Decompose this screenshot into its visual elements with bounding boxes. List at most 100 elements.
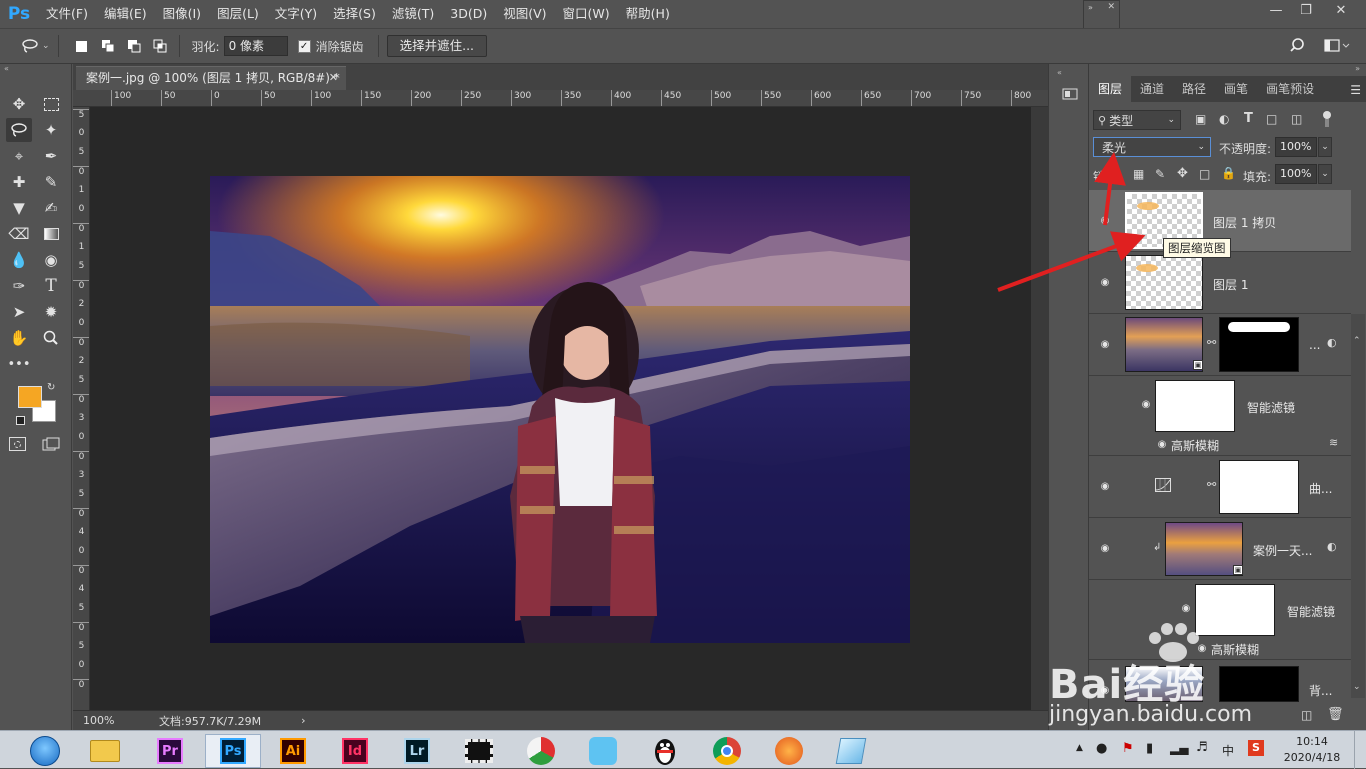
panel-menu-icon[interactable]: ☰ bbox=[1350, 83, 1361, 97]
quick-mask-icon[interactable] bbox=[9, 437, 26, 451]
layer-row[interactable]: ◉ ↲ ▣ 案例一天... ◐ bbox=[1089, 518, 1351, 580]
menu-edit[interactable]: 编辑(E) bbox=[96, 0, 155, 28]
tab-brush-presets[interactable]: 画笔预设 bbox=[1257, 76, 1323, 102]
new-selection-icon[interactable] bbox=[71, 35, 93, 57]
layer-name[interactable]: 曲... bbox=[1309, 480, 1332, 497]
history-brush-tool-icon[interactable]: ✍ bbox=[38, 196, 64, 220]
delete-layer-icon[interactable]: 🗑 bbox=[1327, 707, 1344, 722]
move-tool-icon[interactable]: ✥ bbox=[6, 92, 32, 116]
tab-paths[interactable]: 路径 bbox=[1173, 76, 1215, 102]
clone-stamp-tool-icon[interactable]: ▼ bbox=[6, 196, 32, 220]
menu-filter[interactable]: 滤镜(T) bbox=[384, 0, 442, 28]
lasso-tool-icon[interactable] bbox=[6, 118, 32, 142]
eyedropper-tool-icon[interactable]: ✒ bbox=[38, 144, 64, 168]
menu-view[interactable]: 视图(V) bbox=[495, 0, 554, 28]
layers-scrollbar[interactable]: ⌃ ⌄ bbox=[1351, 314, 1365, 698]
volume-icon[interactable]: ♬ bbox=[1196, 740, 1208, 755]
smart-filter-row[interactable]: ◉ 智能滤镜 bbox=[1089, 580, 1351, 638]
video-player-icon[interactable] bbox=[454, 734, 504, 768]
layer-name[interactable]: 案例一天... bbox=[1253, 542, 1312, 559]
crop-tool-icon[interactable]: ⌖ bbox=[6, 144, 32, 168]
visibility-eye-icon[interactable]: ◉ bbox=[1098, 482, 1112, 492]
smart-filter-options-icon[interactable]: ◐ bbox=[1327, 540, 1337, 553]
visibility-eye-icon[interactable]: ◉ bbox=[1195, 644, 1209, 654]
hand-tool-icon[interactable]: ✋ bbox=[6, 326, 32, 350]
document-image[interactable] bbox=[210, 176, 910, 643]
smart-object-thumbnail[interactable] bbox=[1165, 522, 1243, 576]
layer-mask-thumbnail[interactable] bbox=[1219, 317, 1299, 372]
lock-all-icon[interactable]: 🔒 bbox=[1221, 166, 1236, 180]
custom-shape-tool-icon[interactable]: ✹ bbox=[38, 300, 64, 324]
marquee-tool-icon[interactable] bbox=[38, 92, 64, 116]
workspace-icon[interactable] bbox=[1324, 38, 1350, 57]
layer-name[interactable]: 图层 1 拷贝 bbox=[1213, 214, 1276, 231]
menu-file[interactable]: 文件(F) bbox=[38, 0, 96, 28]
layer-thumbnail[interactable] bbox=[1125, 255, 1203, 310]
antialias-checkbox[interactable]: ✓ 消除锯齿 bbox=[297, 38, 364, 55]
foreground-color-swatch[interactable] bbox=[18, 386, 42, 408]
lock-artboard-icon[interactable]: □ bbox=[1199, 167, 1210, 181]
filter-effect-name[interactable]: 高斯模糊 bbox=[1171, 437, 1219, 454]
vertical-scrollbar[interactable] bbox=[1031, 107, 1048, 710]
toolbar-collapse-icon[interactable]: « bbox=[4, 64, 9, 73]
smart-filter-label[interactable]: 智能滤镜 bbox=[1247, 399, 1295, 416]
app-icon[interactable] bbox=[826, 734, 876, 768]
edit-toolbar-icon[interactable]: ••• bbox=[6, 352, 32, 376]
adjustment-layer-row[interactable]: ◉ ⚯ 曲... bbox=[1089, 456, 1351, 518]
opacity-slider-chevron-icon[interactable]: ⌄ bbox=[1318, 137, 1332, 157]
screen-mode-icon[interactable] bbox=[42, 437, 60, 451]
filter-adjustment-icon[interactable]: ◐ bbox=[1219, 112, 1229, 126]
tray-app-icon[interactable]: ⚑ bbox=[1122, 741, 1134, 756]
tab-brush[interactable]: 画笔 bbox=[1215, 76, 1257, 102]
app-icon[interactable] bbox=[516, 734, 566, 768]
minimize-button[interactable]: — bbox=[1260, 0, 1292, 22]
search-icon[interactable] bbox=[1290, 37, 1308, 58]
filter-blending-options-icon[interactable]: ≋ bbox=[1329, 436, 1338, 449]
strip-collapse-icon[interactable]: « bbox=[1057, 68, 1062, 77]
layer-name[interactable]: 图层 1 bbox=[1213, 276, 1248, 293]
qq-penguin-icon[interactable] bbox=[640, 734, 690, 768]
blend-mode-select[interactable]: 柔光 ⌄ bbox=[1093, 137, 1211, 157]
menu-select[interactable]: 选择(S) bbox=[325, 0, 384, 28]
menu-window[interactable]: 窗口(W) bbox=[555, 0, 618, 28]
filter-pixel-icon[interactable]: ▣ bbox=[1195, 112, 1206, 126]
properties-panel-icon[interactable] bbox=[1061, 86, 1078, 100]
panel-collapse-icon[interactable]: » bbox=[1355, 64, 1360, 73]
visibility-eye-icon[interactable]: ◉ bbox=[1139, 400, 1153, 410]
layer-mask-thumbnail[interactable] bbox=[1219, 666, 1299, 702]
chrome-browser-icon[interactable] bbox=[702, 734, 752, 768]
visibility-eye-icon[interactable]: ◉ bbox=[1179, 604, 1193, 614]
tab-layers[interactable]: 图层 bbox=[1089, 76, 1132, 102]
link-chain-icon[interactable]: ⚯ bbox=[1207, 336, 1216, 349]
app-icon[interactable] bbox=[578, 734, 628, 768]
visibility-eye-icon[interactable]: ◉ bbox=[1098, 278, 1112, 288]
filter-effect-row[interactable]: ◉ 高斯模糊 ≋ bbox=[1089, 434, 1351, 456]
panel-close-icon[interactable]: ✕ bbox=[1107, 2, 1115, 12]
feather-input[interactable]: 0 像素 bbox=[223, 36, 288, 56]
gradient-tool-icon[interactable] bbox=[38, 222, 64, 246]
filter-effect-name[interactable]: 高斯模糊 bbox=[1211, 641, 1259, 658]
layer-filter-select[interactable]: ⚲ 类型 ⌄ bbox=[1093, 110, 1181, 130]
start-orb-icon[interactable] bbox=[20, 734, 70, 768]
visibility-eye-icon[interactable]: ◉ bbox=[1098, 216, 1112, 226]
zoom-level[interactable]: 100% bbox=[83, 714, 143, 727]
blur-tool-icon[interactable]: 💧 bbox=[6, 248, 32, 272]
restore-button[interactable]: ❐ bbox=[1290, 0, 1322, 22]
subtract-from-selection-icon[interactable] bbox=[123, 35, 145, 57]
visibility-eye-icon[interactable]: ◉ bbox=[1098, 340, 1112, 350]
close-tab-icon[interactable]: ✕ bbox=[329, 67, 338, 89]
background-layer-thumbnail[interactable] bbox=[1125, 666, 1203, 702]
status-menu-chevron-icon[interactable]: › bbox=[301, 714, 305, 727]
tray-device-icon[interactable]: ▮ bbox=[1146, 741, 1153, 756]
smart-filter-label[interactable]: 智能滤镜 bbox=[1287, 603, 1335, 620]
fill-input[interactable]: 100% bbox=[1275, 164, 1317, 184]
lightroom-app-icon[interactable]: Lr bbox=[392, 734, 442, 768]
swap-colors-icon[interactable]: ↻ bbox=[47, 382, 55, 393]
brush-tool-icon[interactable]: ✎ bbox=[38, 170, 64, 194]
add-to-selection-icon[interactable] bbox=[97, 35, 119, 57]
lock-image-icon[interactable]: ✎ bbox=[1155, 167, 1165, 181]
dodge-tool-icon[interactable]: ◉ bbox=[38, 248, 64, 272]
layer-mask-thumbnail[interactable] bbox=[1219, 460, 1299, 514]
smart-filter-options-icon[interactable]: ◐ bbox=[1327, 336, 1337, 349]
layer-name[interactable]: ... bbox=[1309, 338, 1320, 352]
